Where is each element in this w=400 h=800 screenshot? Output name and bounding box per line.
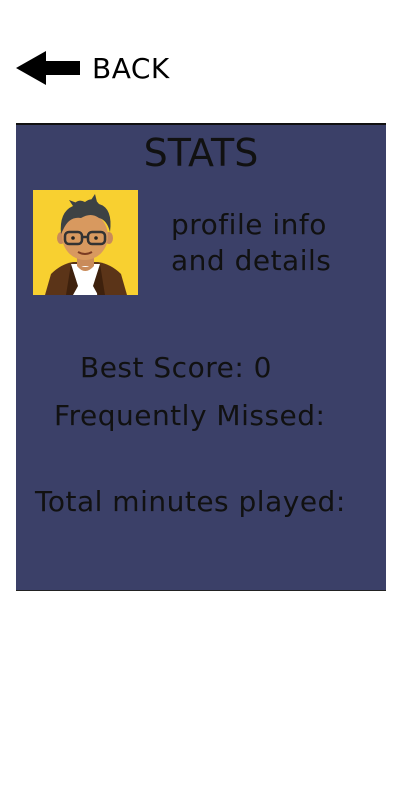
back-button[interactable]: BACK: [16, 48, 170, 88]
back-arrow-icon: [16, 51, 80, 85]
back-label: BACK: [92, 51, 170, 85]
total-minutes-label: Total minutes played:: [35, 485, 346, 518]
profile-info-line-2: and details: [171, 244, 332, 277]
user-avatar-icon: [33, 190, 138, 295]
profile-info-line-1: profile info: [171, 208, 327, 241]
stats-panel: STATS profile info and details Best Scor…: [16, 123, 386, 591]
stats-page: BACK STATS profile info and details Best…: [0, 0, 400, 800]
best-score-label: Best Score: 0: [80, 351, 272, 384]
frequently-missed-label: Frequently Missed:: [54, 399, 326, 432]
profile-info: profile info and details: [171, 207, 371, 279]
stats-title: STATS: [143, 131, 259, 175]
avatar: [33, 190, 138, 295]
